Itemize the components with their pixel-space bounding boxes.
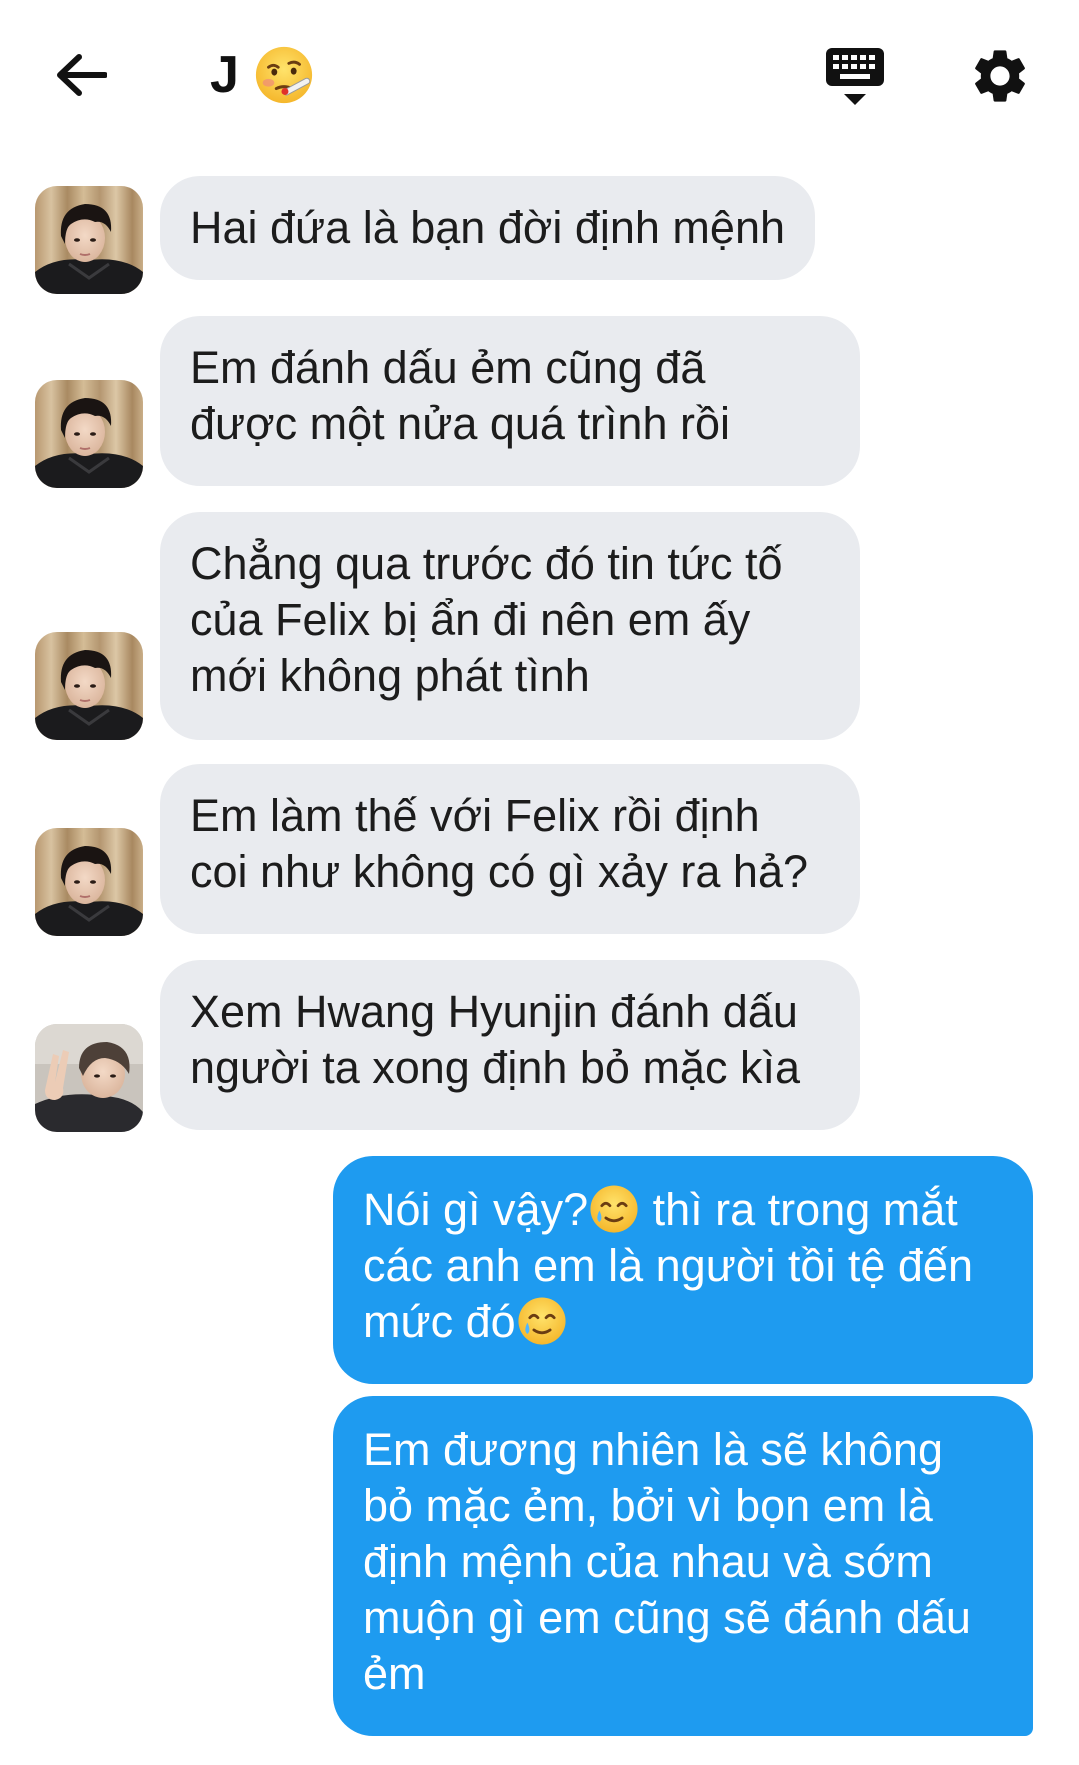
message-row-incoming: Hai đứa là bạn đời định mệnh <box>0 176 1079 294</box>
face-with-thermometer-icon <box>255 46 313 104</box>
message-text: Nói gì vậy? <box>363 1184 589 1235</box>
message-bubble-outgoing[interactable]: Em đương nhiên là sẽ không bỏ mặc ẻm, bở… <box>333 1396 1033 1736</box>
chat-title-area[interactable]: J <box>210 40 315 110</box>
settings-button[interactable] <box>968 44 1032 108</box>
avatar[interactable] <box>35 828 143 936</box>
chat-header: J <box>0 0 1079 150</box>
message-bubble[interactable]: Hai đứa là bạn đời định mệnh <box>160 176 815 280</box>
message-bubble-outgoing[interactable]: Nói gì vậy? thì ra trong mắt các anh em … <box>333 1156 1033 1384</box>
message-bubble[interactable]: Em làm thế với Felix rồi định coi như kh… <box>160 764 860 934</box>
smiling-face-with-tear-icon <box>518 1297 566 1345</box>
message-row-incoming: Em làm thế với Felix rồi định coi như kh… <box>0 764 1079 936</box>
back-button[interactable] <box>52 46 110 104</box>
avatar[interactable] <box>35 632 143 740</box>
message-row-incoming: Chẳng qua trước đó tin tức tố của Felix … <box>0 512 1079 740</box>
avatar[interactable] <box>35 1024 143 1132</box>
message-row-incoming: Em đánh dấu ẻm cũng đã được một nửa quá … <box>0 316 1079 488</box>
avatar[interactable] <box>35 186 143 294</box>
arrow-left-icon <box>57 54 107 96</box>
smiling-face-with-tear-icon <box>590 1185 638 1233</box>
avatar-boy-peace-sign-icon <box>35 1024 143 1132</box>
message-bubble[interactable]: Xem Hwang Hyunjin đánh dấu người ta xong… <box>160 960 860 1130</box>
message-bubble[interactable]: Chẳng qua trước đó tin tức tố của Felix … <box>160 512 860 740</box>
avatar[interactable] <box>35 380 143 488</box>
chat-title: J <box>210 46 239 104</box>
keyboard-hide-icon <box>826 48 884 105</box>
keyboard-hide-button[interactable] <box>822 44 888 110</box>
gear-icon <box>975 50 1025 102</box>
avatar-boy-dark-hair-icon <box>35 632 143 740</box>
message-row-incoming: Xem Hwang Hyunjin đánh dấu người ta xong… <box>0 960 1079 1132</box>
avatar-boy-dark-hair-icon <box>35 380 143 488</box>
avatar-boy-dark-hair-icon <box>35 828 143 936</box>
message-bubble[interactable]: Em đánh dấu ẻm cũng đã được một nửa quá … <box>160 316 860 486</box>
avatar-boy-dark-hair-icon <box>35 186 143 294</box>
